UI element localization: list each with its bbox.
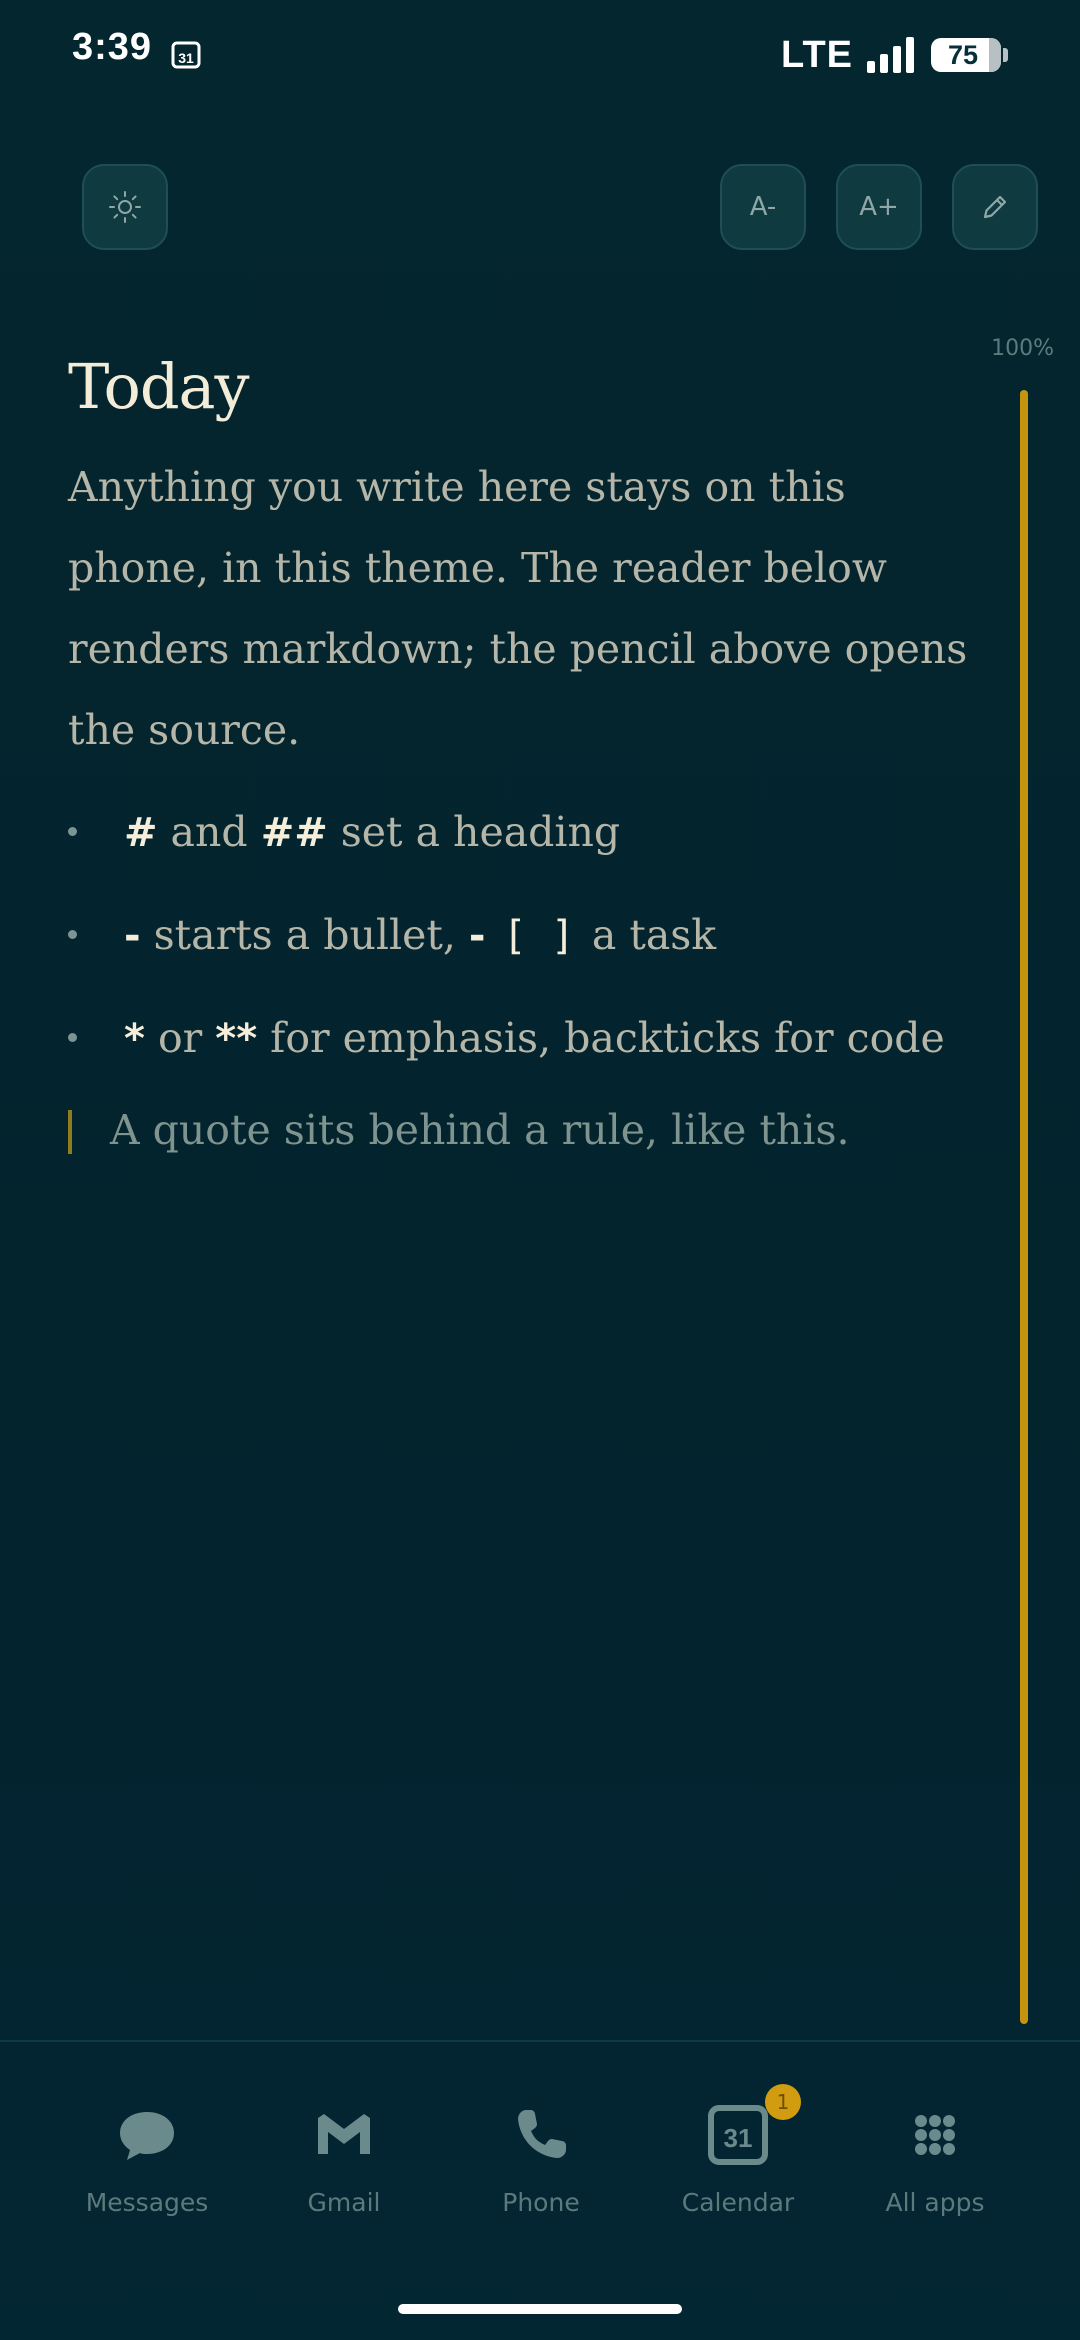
all-apps-icon: [915, 2115, 955, 2155]
font-decrease-button[interactable]: A-: [720, 164, 806, 250]
messages-icon: [120, 2112, 174, 2160]
status-bar: 3:39 31 LTE 75: [0, 0, 1080, 110]
note-title: Today: [68, 350, 250, 423]
blockquote: A quote sits behind a rule, like this.: [68, 1090, 988, 1170]
code-token: -: [468, 913, 486, 959]
theme-toggle-button[interactable]: [82, 164, 168, 250]
blockquote-text: A quote sits behind a rule, like this.: [110, 1106, 850, 1154]
status-indicators: LTE 75: [781, 30, 1008, 80]
dock-divider: [0, 2040, 1080, 2042]
list-item-text: set a heading: [327, 808, 621, 856]
list-item-text: a task: [578, 911, 717, 959]
app-dock: Messages Gmail Phone 31 1 Calendar All a…: [0, 2080, 1080, 2230]
dock-item-messages[interactable]: Messages: [52, 2080, 242, 2230]
bullet-dot: [68, 1033, 77, 1042]
list-item-text: and: [157, 808, 261, 856]
code-token: **: [215, 1016, 258, 1062]
code-token: *: [124, 1016, 145, 1062]
reading-progress-fill: [1020, 390, 1028, 2024]
list-item: - starts a bullet, - [ ] a task: [68, 884, 988, 987]
notification-badge: 1: [765, 2084, 801, 2120]
pencil-icon: [983, 195, 1007, 219]
phone-icon: [518, 2110, 566, 2158]
status-time: 3:39: [72, 26, 153, 68]
dock-item-all-apps[interactable]: All apps: [840, 2080, 1030, 2230]
edit-source-button[interactable]: [952, 164, 1038, 250]
dock-label: Messages: [85, 2188, 209, 2217]
blockquote-rule: [68, 1110, 72, 1154]
list-item-text: or: [144, 1014, 216, 1062]
signal-icon: [867, 37, 914, 73]
code-token: -: [124, 913, 141, 959]
list-item: # and ## set a heading: [68, 781, 988, 884]
font-increase-button[interactable]: A+: [836, 164, 922, 250]
note-paragraph: Anything you write here stays on this ph…: [68, 463, 968, 754]
bullet-dot: [68, 827, 77, 836]
code-token: #: [124, 810, 158, 856]
network-type: LTE: [781, 33, 853, 76]
list-item-text: starts a bullet,: [140, 911, 469, 959]
calendar-notification-day: 31: [178, 50, 194, 66]
bullet-dot: [68, 930, 77, 939]
dock-label: Gmail: [307, 2188, 381, 2217]
dock-item-phone[interactable]: Phone: [446, 2080, 636, 2230]
list-item: * or ** for emphasis, backticks for code: [68, 987, 988, 1090]
dock-label: Phone: [502, 2188, 580, 2217]
battery-icon: 75: [931, 38, 1001, 72]
home-indicator[interactable]: [398, 2304, 682, 2314]
reading-progress-label: 100%: [991, 336, 1054, 361]
task-checkbox-token: [ ]: [502, 913, 575, 959]
calendar-icon: 31: [708, 2105, 768, 2165]
code-token: ##: [260, 810, 328, 856]
gmail-icon: [318, 2114, 370, 2154]
list-item-text: for emphasis, backticks for code: [257, 1014, 945, 1062]
battery-level: 75: [947, 39, 979, 70]
reading-progress-bar: [1020, 390, 1028, 2024]
sun-icon: [109, 191, 141, 223]
calendar-day: 31: [724, 2123, 753, 2153]
dock-item-calendar[interactable]: 31 1 Calendar: [643, 2080, 833, 2230]
dock-item-gmail[interactable]: Gmail: [249, 2080, 439, 2230]
markdown-reader[interactable]: Today Anything you write here stays on t…: [68, 350, 988, 1170]
dock-label: Calendar: [681, 2188, 795, 2217]
calendar-notification-icon: 31: [171, 41, 201, 69]
battery-nub: [1003, 48, 1008, 62]
note-bullet-list: # and ## set a heading - starts a bullet…: [68, 781, 988, 1090]
dock-label: All apps: [885, 2188, 985, 2217]
